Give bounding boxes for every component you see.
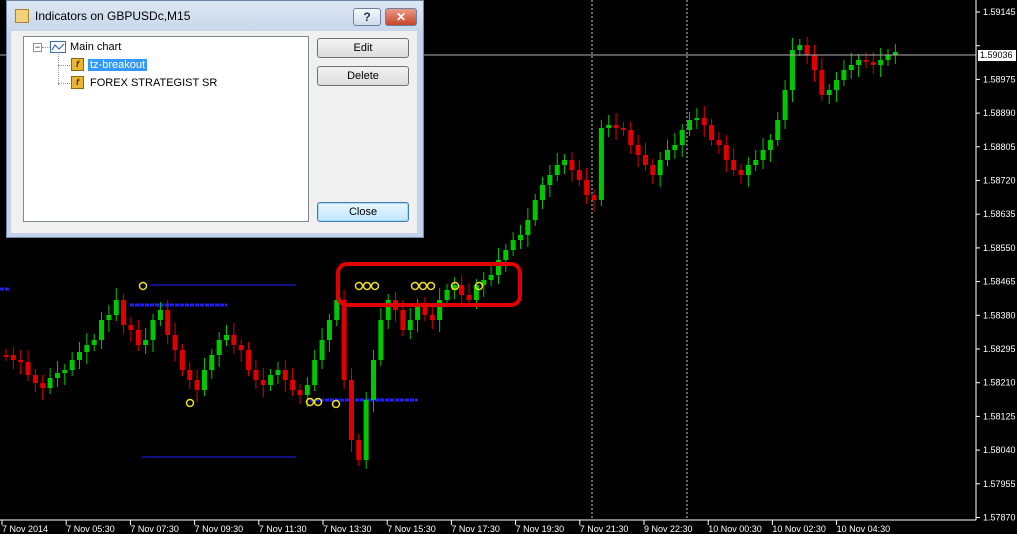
close-button[interactable]: Close [317,202,409,222]
time-tick-label: 7 Nov 13:30 [323,524,372,534]
current-price-label: 1.59036 [978,50,1016,61]
price-tick-label: 1.58975 [983,74,1016,84]
custom-indicator-icon: f [71,76,84,89]
close-window-button[interactable]: ✕ [385,8,417,26]
price-tick-label: 1.58550 [983,243,1016,253]
tree-item-tz-breakout[interactable]: tz-breakout [88,57,148,73]
dialog-titlebar[interactable]: Indicators on GBPUSDc,M15 ? ✕ [7,1,423,31]
time-tick-label: 7 Nov 07:30 [130,524,179,534]
time-tick-label: 7 Nov 11:30 [259,524,307,534]
time-tick-label: 10 Nov 00:30 [708,524,762,534]
price-tick-label: 1.59145 [983,7,1016,17]
chart-window-icon [50,41,66,53]
tree-root-main-chart[interactable]: Main chart [70,39,121,55]
price-tick-label: 1.58805 [983,142,1016,152]
time-tick-label: 10 Nov 02:30 [772,524,826,534]
price-axis: 1.59145 1.58975 1.58890 1.58805 1.58720 1.586… [975,0,1016,523]
time-tick-label: 9 Nov 22:30 [644,524,693,534]
delete-button[interactable]: Delete [317,66,409,86]
time-tick-label: 10 Nov 04:30 [837,524,891,534]
help-button[interactable]: ? [353,8,381,26]
session-separators [591,0,688,520]
dialog-title: Indicators on GBPUSDc,M15 [35,9,191,23]
window-icon [15,9,29,23]
edit-button[interactable]: Edit [317,38,409,58]
time-tick-label: 7 Nov 05:30 [66,524,115,534]
price-tick-label: 1.58295 [983,344,1016,354]
price-tick-label: 1.58125 [983,411,1016,421]
indicator-tree[interactable]: − Main chart f tz-breakout f FOREX STRAT… [23,36,309,222]
price-tick-label: 1.58635 [983,209,1016,219]
price-tick-label: 1.58465 [983,277,1016,287]
time-axis: 7 Nov 2014 7 Nov 05:30 7 Nov 07:30 7 Nov 09… [0,519,976,534]
price-tick-label: 1.58210 [983,378,1016,388]
price-tick-label: 1.58040 [983,445,1016,455]
tree-item-forex-strategist-sr[interactable]: FOREX STRATEGIST SR [90,75,217,91]
price-tick-label: 1.57870 [983,513,1016,523]
time-tick-label: 7 Nov 2014 [2,524,48,534]
tree-item-label: tz-breakout [88,59,148,71]
price-tick-label: 1.58380 [983,310,1016,320]
breakout-markers [138,281,484,409]
indicators-dialog: Indicators on GBPUSDc,M15 ? ✕ − Main cha… [6,0,424,238]
dialog-content: − Main chart f tz-breakout f FOREX STRAT… [11,31,417,233]
custom-indicator-icon: f [71,58,84,71]
price-tick-label: 1.58720 [983,176,1016,186]
collapse-icon[interactable]: − [33,43,42,52]
time-tick-label: 7 Nov 21:30 [580,524,629,534]
time-tick-label: 7 Nov 17:30 [451,524,500,534]
time-tick-label: 7 Nov 09:30 [195,524,244,534]
price-tick-label: 1.58890 [983,108,1016,118]
breakout-highlight-box [336,262,522,307]
time-tick-label: 7 Nov 15:30 [387,524,436,534]
time-tick-label: 7 Nov 19:30 [516,524,565,534]
price-tick-label: 1.57955 [983,479,1016,489]
